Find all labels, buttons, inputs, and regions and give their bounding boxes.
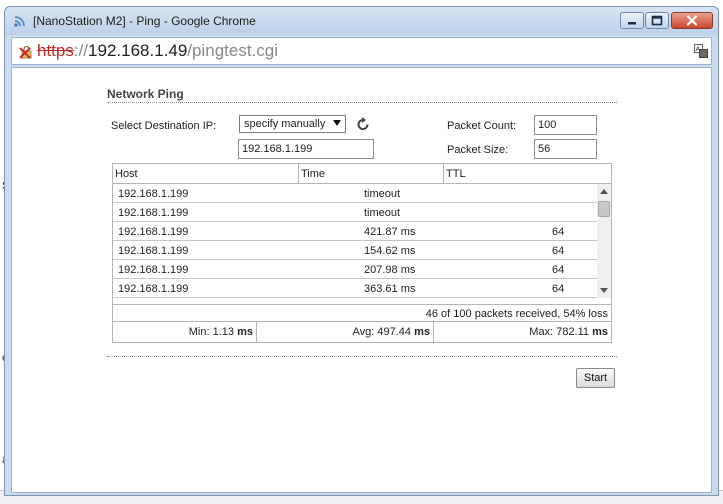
page-content: Network Ping Select Destination IP: spec… (11, 67, 712, 493)
url-path: /pingtest.cgi (187, 41, 279, 60)
cell-host: 192.168.1.199 (118, 264, 189, 276)
cell-host: 192.168.1.199 (118, 245, 189, 257)
cell-ttl: 64 (552, 283, 565, 295)
column-header-host[interactable]: Host (113, 164, 299, 183)
column-header-time[interactable]: Time (299, 164, 444, 183)
table-row: 192.168.1.199 207.98 ms 64 (113, 260, 597, 279)
stat-avg-value: 497.44 (377, 326, 412, 338)
cell-time: 421.87 ms (364, 226, 416, 238)
maximize-button[interactable] (645, 12, 669, 29)
stat-avg-unit: ms (414, 326, 430, 338)
packet-summary: 46 of 100 packets received, 54% loss (113, 304, 611, 322)
svg-text:A: A (696, 45, 701, 53)
stat-min: Min: 1.13 ms (113, 322, 257, 342)
stat-max: Max: 782.11 ms (434, 322, 611, 342)
cell-time: 363.61 ms (364, 283, 416, 295)
column-header-ttl[interactable]: TTL (444, 164, 611, 183)
destination-ip-label: Select Destination IP: (111, 120, 217, 132)
window-titlebar[interactable]: [NanoStation M2] - Ping - Google Chrome (5, 7, 718, 35)
cell-ttl: 64 (552, 264, 565, 276)
packet-count-input[interactable] (534, 115, 597, 135)
cell-host: 192.168.1.199 (118, 226, 189, 238)
minimize-button[interactable] (620, 12, 644, 29)
stat-avg-label: Avg: (352, 326, 375, 338)
latency-stats: Min: 1.13 ms Avg: 497.44 ms Max: 782.11 … (113, 322, 611, 342)
scrollbar-thumb[interactable] (598, 201, 610, 217)
stat-max-value: 782.11 (556, 326, 590, 338)
section-title: Network Ping (107, 87, 184, 101)
refresh-icon[interactable] (355, 116, 371, 132)
packet-size-label: Packet Size: (447, 144, 509, 156)
cell-host: 192.168.1.199 (118, 283, 189, 295)
cell-host: 192.168.1.199 (118, 207, 189, 219)
close-button[interactable] (671, 12, 713, 29)
address-bar[interactable]: https://192.168.1.49/pingtest.cgi A (11, 37, 712, 65)
close-icon (686, 15, 698, 26)
minimize-icon (628, 22, 636, 25)
cell-ttl: 64 (552, 226, 565, 238)
packet-summary-text: 46 of 100 packets received, 54% loss (425, 308, 608, 320)
stat-min-value: 1.13 (212, 326, 235, 338)
table-row: 192.168.1.199 154.62 ms 64 (113, 241, 597, 260)
start-button[interactable]: Start (576, 368, 615, 388)
chrome-popup-window: [NanoStation M2] - Ping - Google Chrome … (4, 6, 719, 496)
url-text[interactable]: https://192.168.1.49/pingtest.cgi (37, 41, 278, 61)
dropdown-arrow-icon (333, 120, 341, 126)
cell-time: 154.62 ms (364, 245, 416, 257)
table-scrollbar[interactable] (597, 184, 611, 298)
section-divider (107, 102, 617, 103)
cell-host: 192.168.1.199 (118, 188, 189, 200)
scroll-down-arrow-icon[interactable] (600, 288, 608, 293)
stat-max-label: Max: (529, 326, 554, 338)
translate-icon[interactable]: A (694, 44, 708, 58)
url-separator: :// (73, 41, 89, 60)
table-header: Host Time TTL (113, 164, 611, 184)
section-divider (107, 356, 617, 357)
stat-avg: Avg: 497.44 ms (257, 322, 434, 342)
stat-min-label: Min: (188, 326, 210, 338)
window-title: [NanoStation M2] - Ping - Google Chrome (33, 14, 256, 28)
stat-max-unit: ms (592, 326, 608, 338)
packet-size-input[interactable] (534, 139, 597, 159)
broken-lock-icon[interactable] (18, 44, 34, 60)
wifi-signal-icon (14, 16, 25, 27)
table-row: 192.168.1.199 363.61 ms 64 (113, 279, 597, 298)
stat-min-unit: ms (237, 326, 253, 338)
table-row: 192.168.1.199 timeout (113, 203, 597, 222)
destination-ip-input[interactable] (238, 139, 374, 159)
cell-time: 207.98 ms (364, 264, 416, 276)
cell-time: timeout (364, 207, 401, 219)
url-scheme: https (37, 41, 74, 60)
scroll-up-arrow-icon[interactable] (600, 189, 608, 194)
ping-results-table: Host Time TTL 192.168.1.199 timeout 192.… (112, 163, 612, 343)
cell-time: timeout (364, 188, 401, 200)
table-body[interactable]: 192.168.1.199 timeout 192.168.1.199 time… (113, 184, 597, 298)
url-host: 192.168.1.49 (88, 41, 188, 60)
cell-ttl: 64 (552, 245, 565, 257)
destination-ip-select[interactable]: specify manually (239, 115, 346, 133)
destination-select-value: specify manually (244, 118, 326, 130)
maximize-icon (651, 15, 663, 26)
table-row: 192.168.1.199 timeout (113, 184, 597, 203)
packet-count-label: Packet Count: (447, 120, 517, 132)
table-row: 192.168.1.199 421.87 ms 64 (113, 222, 597, 241)
